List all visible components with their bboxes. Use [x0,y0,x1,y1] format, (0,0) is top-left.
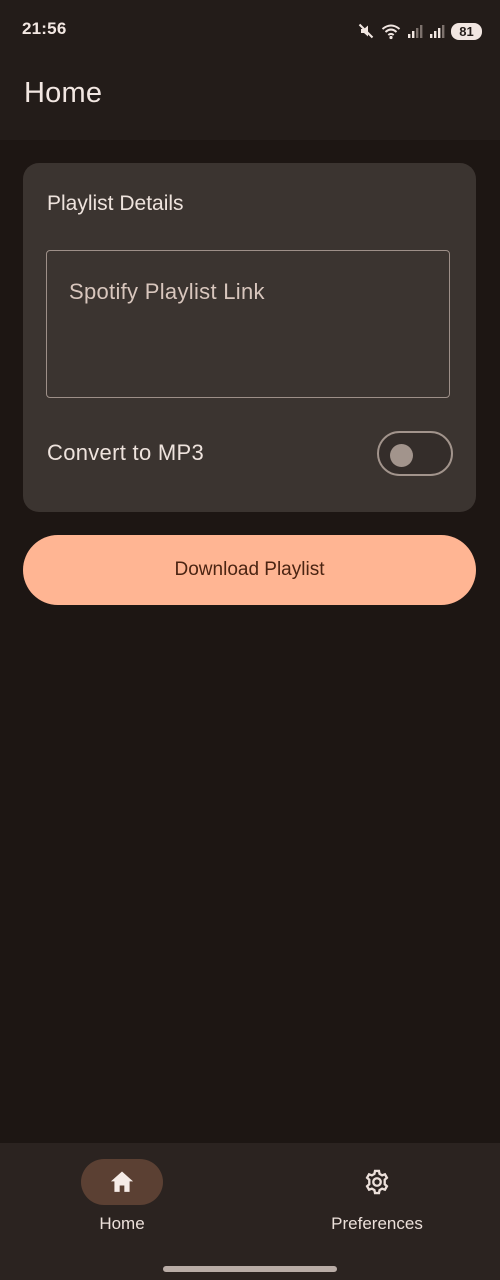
gesture-bar[interactable] [163,1266,337,1272]
wifi-icon [381,24,401,40]
convert-mp3-toggle[interactable] [377,431,453,476]
bottom-navigation: Home Preferences [0,1143,500,1280]
app-bar: Home [0,60,500,140]
gear-icon [365,1169,389,1195]
page-title: Home [24,77,103,109]
card-title: Playlist Details [47,192,184,215]
battery-icon: 81 [451,22,482,40]
nav-item-home[interactable]: Home [32,1159,212,1249]
nav-item-preferences[interactable]: Preferences [287,1159,467,1249]
nav-label-home: Home [99,1214,145,1233]
signal-icon [408,25,423,38]
nav-label-preferences: Preferences [331,1214,423,1233]
home-icon [110,1171,134,1192]
playlist-link-input[interactable]: Spotify Playlist Link [46,250,450,398]
status-bar: 21:56 81 [0,0,500,60]
status-icons: 81 [357,20,482,42]
mute-icon [358,23,374,39]
playlist-link-placeholder: Spotify Playlist Link [69,279,265,304]
convert-mp3-label: Convert to MP3 [47,440,205,465]
signal-icon [430,25,445,38]
playlist-details-card: Playlist Details Spotify Playlist Link C… [23,163,476,512]
download-playlist-label: Download Playlist [174,559,325,580]
status-time: 21:56 [22,19,67,38]
toggle-knob [390,444,413,467]
download-playlist-button[interactable]: Download Playlist [23,535,476,605]
